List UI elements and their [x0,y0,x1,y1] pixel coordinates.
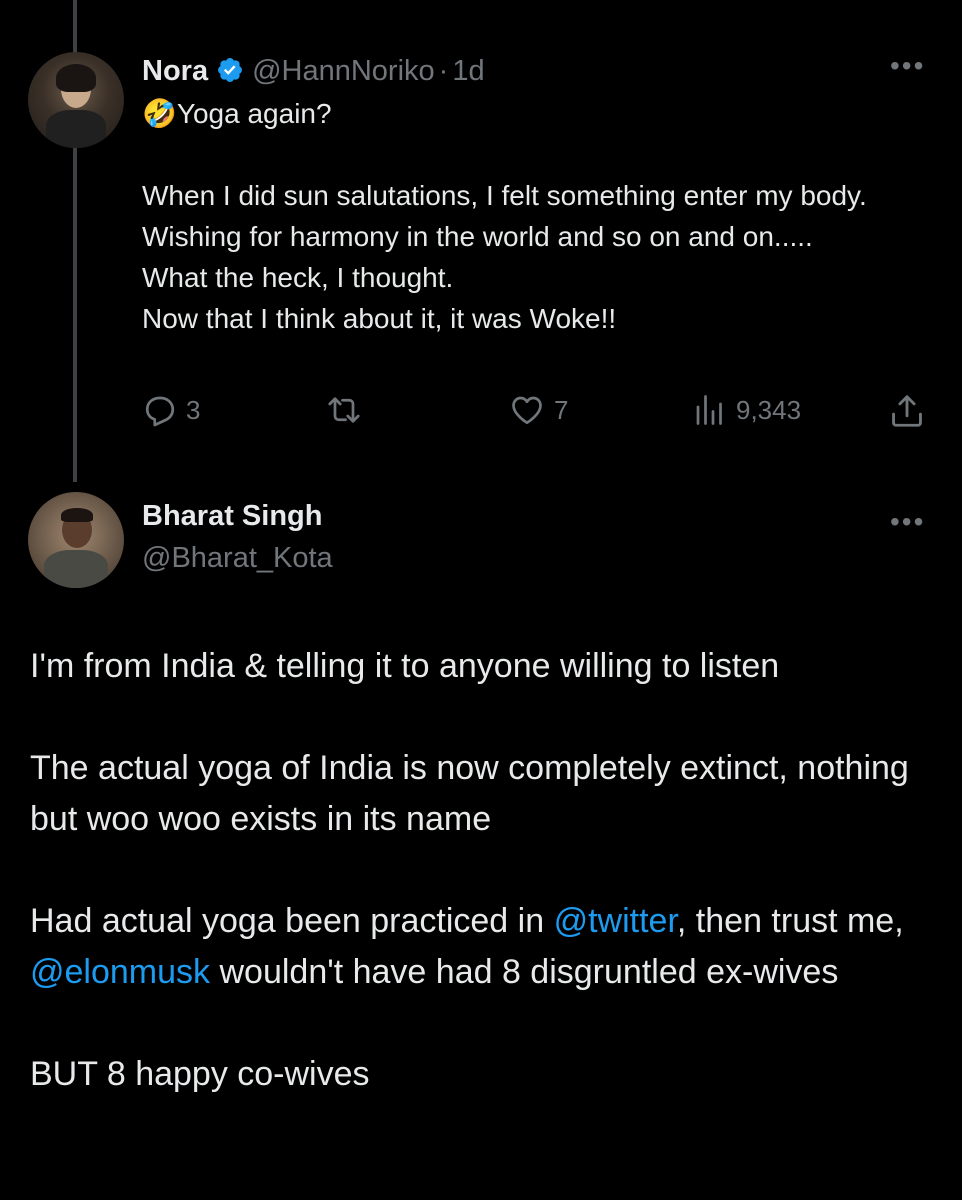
avatar-body-shape [46,110,106,148]
share-button[interactable] [888,392,926,430]
tweet-first-line: Yoga again? [176,98,332,129]
reply-paragraph-1: I'm from India & telling it to anyone wi… [30,647,780,685]
tweet-body: When I did sun salutations, I felt somet… [142,180,867,334]
author-name[interactable]: Nora [142,55,208,88]
reply-paragraph-3-part-3: wouldn't have had 8 disgruntled ex-wives [210,953,839,991]
heart-icon [508,392,546,428]
reply-icon [142,392,178,428]
retweet-button[interactable] [324,392,364,428]
views-button[interactable]: 9,343 [692,392,801,428]
tweet-time[interactable]: 1d [452,55,484,88]
author-handle[interactable]: @Bharat_Kota [142,542,333,575]
verified-badge-icon [216,56,244,84]
avatar-hair-shape [61,508,93,522]
author-handle[interactable]: @HannNoriko [252,55,435,88]
reply-button[interactable]: 3 [142,392,200,428]
reply-tweet-text: I'm from India & telling it to anyone wi… [30,641,935,1151]
avatar-bharat-singh[interactable] [28,492,124,588]
reply-paragraph-4: BUT 8 happy co-wives [30,1055,370,1093]
share-icon [888,392,926,430]
views-bar-chart-icon [692,392,728,428]
mention-twitter-link[interactable]: @twitter [554,902,677,940]
mention-elonmusk-link[interactable]: @elonmusk [30,953,210,991]
more-horizontal-icon[interactable]: ••• [890,508,925,536]
separator-dot: · [438,55,449,87]
reply-paragraph-3-part-1: Had actual yoga been practiced in [30,902,554,940]
more-horizontal-icon[interactable]: ••• [890,52,925,80]
like-button[interactable]: 7 [508,392,568,428]
avatar-body-shape [44,550,108,588]
avatar-nora[interactable] [28,52,124,148]
views-count: 9,343 [736,394,802,425]
author-name[interactable]: Bharat Singh [142,500,322,533]
like-count: 7 [554,394,569,425]
retweet-icon [324,392,364,428]
reply-paragraph-2: The actual yoga of India is now complete… [30,749,909,838]
tweet-header: Nora @HannNoriko · 1d [142,52,485,88]
tweet-text: 🤣Yoga again? When I did sun salutations,… [142,93,942,339]
reply-count: 3 [186,394,201,425]
reply-paragraph-3: Had actual yoga been practiced in @twitt… [30,896,935,998]
reply-paragraph-3-part-2: , then trust me, [676,902,904,940]
avatar-hair-shape [56,64,96,92]
rofl-emoji: 🤣 [142,98,177,129]
tweet-actions-bar: 3 7 9,343 [142,392,932,436]
